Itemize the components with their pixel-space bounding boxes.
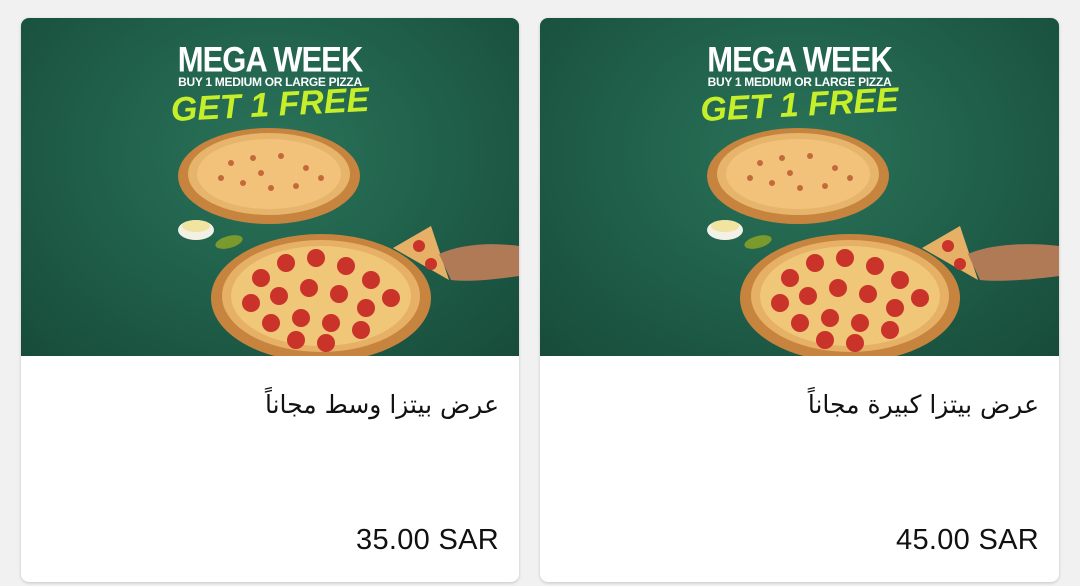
promo-image: MEGA WEEK BUY 1 MEDIUM OR LARGE PIZZA GE… (21, 18, 519, 356)
product-price: 35.00 SAR (356, 524, 499, 556)
product-card-large[interactable]: MEGA WEEK BUY 1 MEDIUM OR LARGE PIZZA GE… (540, 18, 1059, 582)
hand (439, 244, 519, 281)
product-title: عرض بيتزا وسط مجاناً (264, 390, 499, 419)
product-price: 45.00 SAR (896, 524, 1039, 556)
promo-headline: MEGA WEEK (707, 39, 892, 80)
product-title: عرض بيتزا كبيرة مجاناً (807, 390, 1039, 419)
hand (968, 244, 1059, 281)
product-card-medium[interactable]: MEGA WEEK BUY 1 MEDIUM OR LARGE PIZZA GE… (21, 18, 519, 582)
promo-headline: MEGA WEEK (177, 39, 363, 80)
promo-image: MEGA WEEK BUY 1 MEDIUM OR LARGE PIZZA GE… (540, 18, 1059, 356)
